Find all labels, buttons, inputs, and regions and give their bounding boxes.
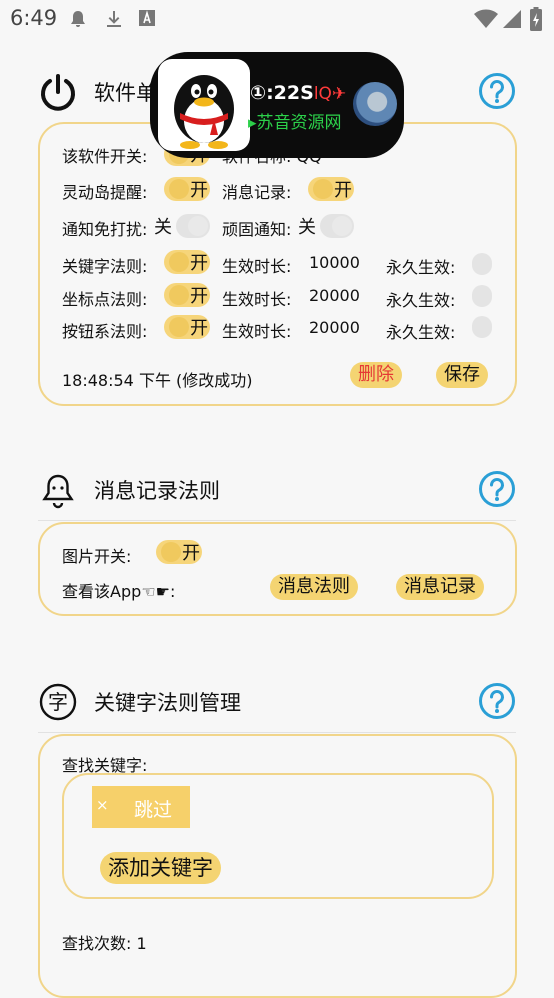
qq-penguin-icon (174, 75, 234, 149)
tag-remove-icon[interactable]: × (96, 796, 109, 814)
section-title-keyword: 关键字法则管理 (94, 691, 241, 715)
keyword-tag-label: 跳过 (134, 799, 173, 821)
keyword-rule-label: 关键字法则: (62, 257, 148, 276)
msg-record-section-header: 消息记录法则 (0, 460, 554, 520)
help-icon[interactable] (478, 682, 516, 720)
avatar (353, 82, 397, 126)
svg-text:字: 字 (48, 690, 68, 714)
status-bar: 6:49 (0, 0, 554, 40)
signal-icon (503, 10, 521, 28)
duration-value[interactable]: 20000 (309, 318, 360, 337)
permanent-label: 永久生效: (386, 291, 456, 310)
power-icon (41, 74, 75, 111)
button-rule-toggle[interactable]: 开 (164, 315, 210, 339)
permanent-label: 永久生效: (386, 258, 456, 277)
msg-record-label: 消息记录: (222, 183, 292, 202)
duration-label: 生效时长: (222, 257, 292, 276)
status-time: 6:49 (10, 6, 58, 30)
software-switch-label: 该软件开关: (62, 147, 148, 166)
character-zi-icon: 字 (39, 683, 77, 721)
permanent-toggle[interactable] (472, 316, 492, 338)
section-divider (38, 520, 516, 521)
delete-button[interactable]: 删除 (350, 362, 402, 388)
permanent-label: 永久生效: (386, 323, 456, 342)
island-remind-toggle[interactable]: 开 (164, 177, 210, 201)
bell-outline-icon (42, 474, 74, 509)
search-count: 查找次数: 1 (62, 934, 147, 953)
dnd-toggle[interactable]: 关 (154, 214, 210, 238)
msg-rule-button[interactable]: 消息法则 (270, 574, 358, 600)
save-button[interactable]: 保存 (436, 362, 488, 388)
permanent-toggle[interactable] (472, 285, 492, 307)
duration-value[interactable]: 10000 (309, 253, 360, 272)
help-icon[interactable] (478, 470, 516, 508)
permanent-toggle[interactable] (472, 253, 492, 275)
help-icon[interactable] (478, 72, 516, 110)
section-title-software: 软件单 (94, 81, 157, 105)
add-keyword-button[interactable]: 添加关键字 (100, 852, 221, 884)
section-divider (38, 732, 516, 733)
coord-rule-label: 坐标点法则: (62, 290, 148, 309)
dnd-label: 通知免打扰: (62, 220, 148, 239)
duration-value[interactable]: 20000 (309, 286, 360, 305)
image-switch-label: 图片开关: (62, 547, 132, 566)
battery-charging-icon (530, 7, 542, 31)
view-app-label: 查看该App☜☛: (62, 582, 176, 601)
wifi-icon (474, 9, 498, 28)
duration-label: 生效时长: (222, 290, 292, 309)
island-subtitle: ▸苏音资源网 (248, 113, 342, 133)
save-timestamp: 18:48:54 下午 (修改成功) (62, 371, 253, 390)
sticky-toggle[interactable]: 关 (298, 214, 354, 238)
duration-label: 生效时长: (222, 322, 292, 341)
button-rule-label: 按钮系法则: (62, 322, 148, 341)
dynamic-island-notification[interactable]: ①:22SlQ✈ ▸苏音资源网 (150, 52, 404, 158)
keyword-rule-toggle[interactable]: 开 (164, 250, 210, 274)
coord-rule-toggle[interactable]: 开 (164, 283, 210, 307)
download-icon (107, 11, 121, 27)
app-tile (158, 59, 250, 151)
msg-record-button[interactable]: 消息记录 (396, 574, 484, 600)
notification-bell-icon (71, 11, 85, 27)
keyword-section-header: 字 关键字法则管理 (0, 672, 554, 732)
image-switch-toggle[interactable]: 开 (156, 540, 202, 564)
msg-record-toggle[interactable]: 开 (308, 177, 354, 201)
app-a-icon (139, 10, 155, 26)
sticky-label: 顽固通知: (222, 220, 292, 239)
island-remind-label: 灵动岛提醒: (62, 183, 148, 202)
keyword-tag[interactable]: × 跳过 (92, 786, 190, 828)
section-title-msg-record: 消息记录法则 (94, 479, 220, 503)
island-title: ①:22SlQ✈ (250, 82, 347, 104)
